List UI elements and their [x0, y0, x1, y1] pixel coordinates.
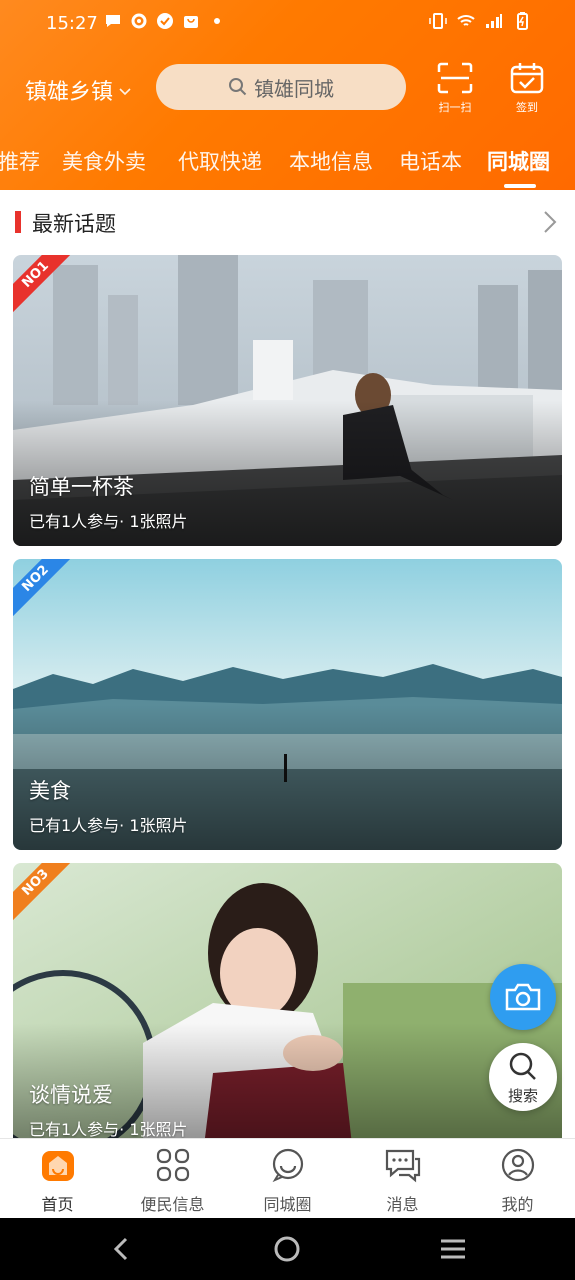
topic-meta: 已有1人参与· 1张照片	[29, 512, 188, 531]
nav-home-label: 首页	[41, 1195, 74, 1214]
topic-meta: 已有1人参与· 1张照片	[29, 816, 188, 835]
chevron-right-icon[interactable]	[543, 210, 557, 234]
battery-icon	[517, 12, 528, 30]
settings-notification-icon	[131, 13, 147, 29]
home-icon	[41, 1151, 74, 1181]
topic-photo	[13, 255, 562, 546]
status-time: 15:27	[46, 13, 98, 34]
chat-notification-icon	[106, 15, 120, 27]
dot-icon	[214, 18, 220, 24]
active-tab-indicator	[504, 184, 536, 188]
scan-label: 扫一扫	[438, 101, 472, 114]
nav-city-circle-label: 同城圈	[263, 1195, 312, 1214]
nav-messages[interactable]: 消息	[345, 1147, 460, 1215]
wifi-icon	[457, 15, 475, 26]
tab-phonebook[interactable]: 电话本	[399, 146, 462, 176]
signal-icon	[486, 14, 502, 28]
section-accent-bar	[15, 211, 21, 233]
category-tabs: 推荐 美食外卖 代取快递 本地信息 电话本 同城圈	[0, 140, 575, 190]
home-circle-icon[interactable]	[274, 1236, 300, 1262]
camera-button[interactable]	[490, 964, 556, 1030]
tab-local-info[interactable]: 本地信息	[289, 146, 373, 176]
calendar-check-icon	[510, 63, 544, 94]
topic-title: 美食	[29, 779, 71, 803]
nav-city-circle[interactable]: 同城圈	[230, 1147, 345, 1215]
recent-apps-icon[interactable]	[440, 1238, 466, 1260]
search-placeholder: 镇雄同城	[254, 76, 334, 101]
section-title: 最新话题	[32, 212, 116, 236]
signin-button[interactable]: 签到	[507, 62, 547, 114]
search-bar[interactable]: 镇雄同城	[156, 64, 406, 110]
scan-button[interactable]: 扫一扫	[435, 62, 475, 114]
bottom-nav: 首页 便民信息 同城圈 消息 我的	[0, 1138, 575, 1219]
topic-card[interactable]: NO1 简单一杯茶 已有1人参与· 1张照片	[13, 255, 562, 546]
check-notification-icon	[157, 13, 173, 29]
camera-icon	[505, 983, 541, 1011]
topic-card[interactable]: NO3 谈情说爱 已有1人参与· 1张照片	[13, 863, 562, 1138]
nav-services[interactable]: 便民信息	[115, 1147, 230, 1215]
location-selector[interactable]: 镇雄乡镇	[25, 74, 131, 106]
floating-search-button[interactable]: 搜索	[489, 1043, 557, 1111]
system-nav-bar	[0, 1218, 575, 1280]
vibrate-icon	[429, 13, 447, 29]
back-icon[interactable]	[110, 1236, 134, 1262]
location-label: 镇雄乡镇	[25, 80, 114, 105]
topic-card[interactable]: NO2 美食 已有1人参与· 1张照片	[13, 559, 562, 850]
header: 15:27 镇雄乡镇 镇雄同城 扫一扫 签到 推荐 美食外卖 代取快递 本地信息…	[0, 0, 575, 190]
topic-title: 简单一杯茶	[29, 475, 134, 499]
tab-city-circle[interactable]: 同城圈	[487, 146, 550, 176]
chevron-down-icon	[119, 84, 131, 100]
topic-title: 谈情说爱	[29, 1083, 113, 1107]
nav-messages-label: 消息	[386, 1195, 419, 1214]
nav-services-label: 便民信息	[140, 1195, 205, 1214]
profile-icon	[501, 1148, 534, 1182]
content-area: 最新话题 NO1 简单一杯茶 已有1人参与· 1张照片 NO2 美食 已有1人参…	[0, 190, 575, 1138]
status-bar: 15:27	[0, 0, 575, 48]
search-icon	[229, 78, 247, 96]
floating-search-label: 搜索	[507, 1087, 538, 1105]
nav-home[interactable]: 首页	[0, 1147, 115, 1215]
signin-label: 签到	[516, 101, 538, 114]
grid-icon	[156, 1148, 189, 1182]
search-icon	[509, 1052, 536, 1080]
tab-food-delivery[interactable]: 美食外卖	[62, 146, 146, 176]
scan-icon	[437, 62, 473, 94]
shop-notification-icon	[184, 16, 198, 28]
topic-meta: 已有1人参与· 1张照片	[29, 1120, 188, 1138]
chat-smile-icon	[272, 1148, 303, 1183]
topic-photo	[13, 559, 562, 850]
nav-profile[interactable]: 我的	[460, 1147, 575, 1215]
tab-recommend[interactable]: 推荐	[0, 146, 40, 176]
tab-express-pickup[interactable]: 代取快递	[178, 146, 262, 176]
message-icon	[385, 1149, 420, 1183]
nav-profile-label: 我的	[501, 1195, 534, 1214]
section-header[interactable]: 最新话题	[0, 190, 575, 252]
